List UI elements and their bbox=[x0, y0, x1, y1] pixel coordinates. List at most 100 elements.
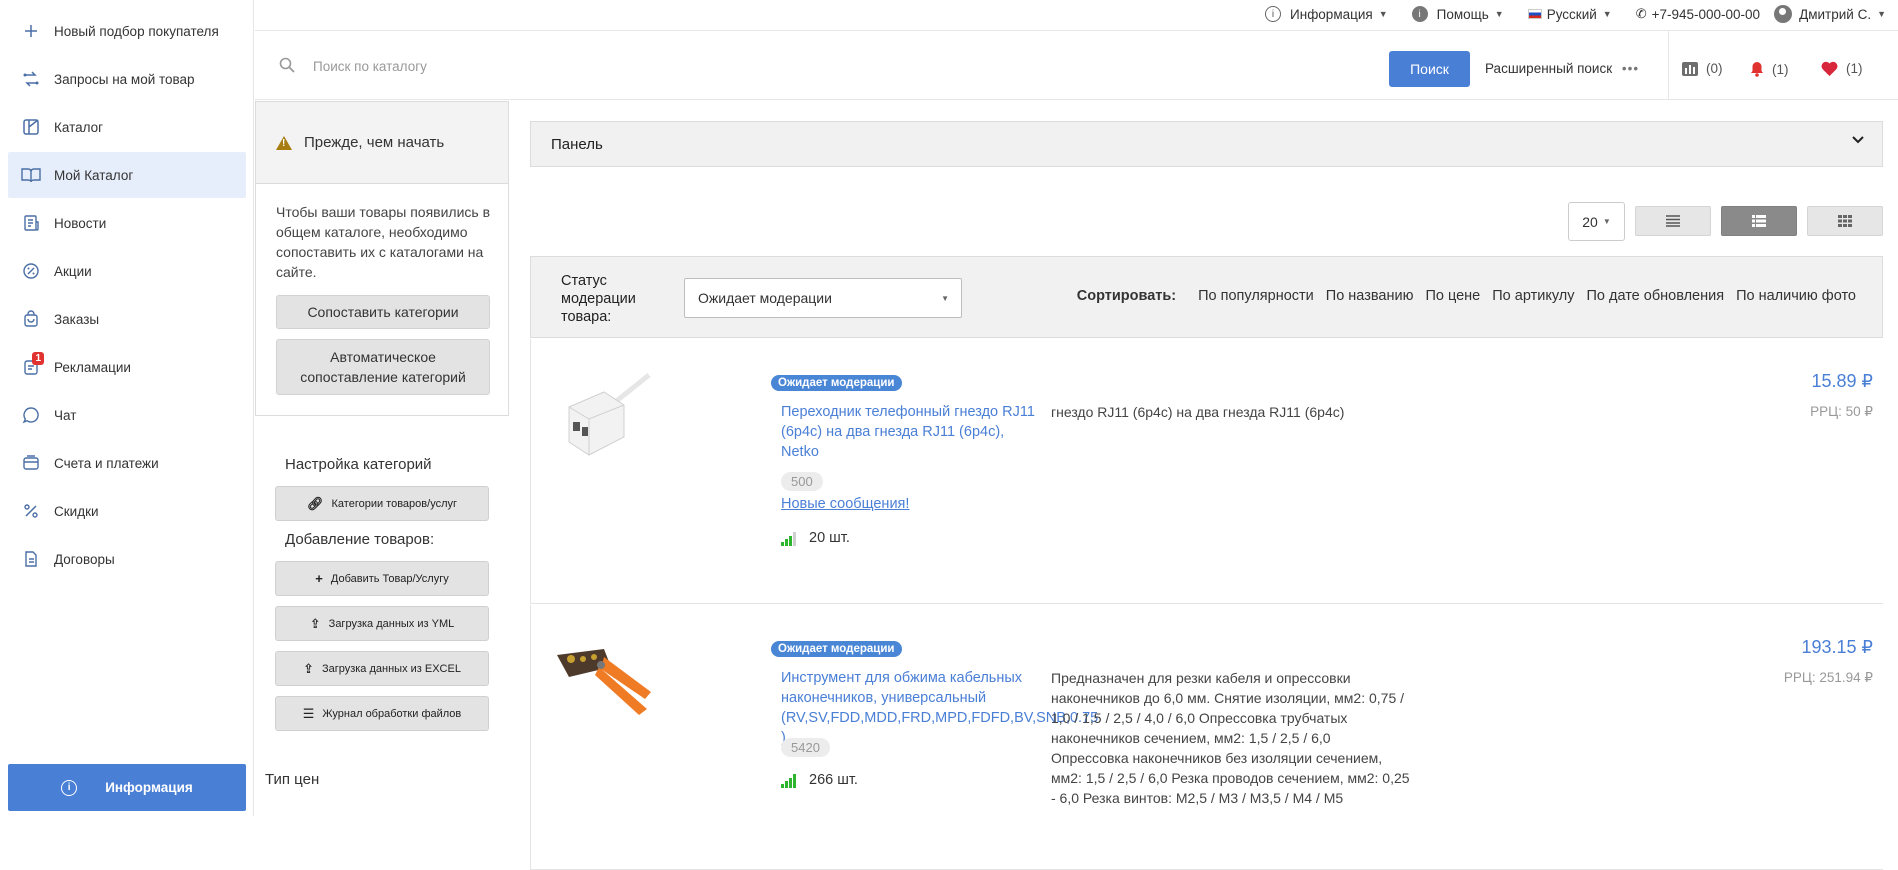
panel-accordion[interactable]: Панель bbox=[530, 121, 1883, 167]
new-messages-link[interactable]: Новые сообщения! bbox=[781, 496, 909, 512]
sidebar-item-my-catalog[interactable]: Мой Каталог bbox=[8, 152, 246, 198]
sort-by-price[interactable]: По цене bbox=[1425, 288, 1480, 304]
getting-started-box: Прежде, чем начать Чтобы ваши товары поя… bbox=[255, 101, 509, 416]
product-image[interactable] bbox=[549, 367, 659, 457]
product-row: Ожидает модерации Инструмент для обжима … bbox=[530, 605, 1883, 870]
phone[interactable]: ✆ +7-945-000-00-00 bbox=[1636, 6, 1760, 22]
categories-button[interactable]: 🔗︎ Категории товаров/услуг bbox=[275, 486, 489, 521]
search-input[interactable] bbox=[313, 53, 1113, 79]
add-product-button[interactable]: + Добавить Товар/Услугу bbox=[275, 561, 489, 596]
grid-view-icon bbox=[1838, 215, 1852, 227]
list-view-icon bbox=[1666, 215, 1680, 227]
sidebar-item-claims[interactable]: 1 Рекламации bbox=[8, 344, 246, 390]
sidebar-item-orders[interactable]: Заказы bbox=[8, 296, 246, 342]
phone-icon: ✆ bbox=[1635, 6, 1647, 21]
auto-match-categories-button[interactable]: Автоматическое сопоставление категорий bbox=[276, 339, 490, 395]
product-title-link[interactable]: Инструмент для обжима кабельных наконечн… bbox=[781, 668, 1098, 748]
bag-icon bbox=[8, 310, 54, 328]
product-price: 15.89 ₽ bbox=[1811, 371, 1874, 391]
help-menu[interactable]: i Помощь ▼ bbox=[1411, 6, 1504, 22]
sidebar-item-chat[interactable]: Чат bbox=[8, 392, 246, 438]
chevron-down-icon: ▼ bbox=[1494, 9, 1504, 19]
sort-by-name[interactable]: По названию bbox=[1326, 288, 1414, 304]
sidebar-item-new-selection[interactable]: Новый подбор покупателя bbox=[8, 8, 246, 54]
sidebar: Новый подбор покупателя Запросы на мой т… bbox=[0, 0, 254, 816]
info-button[interactable]: i Информация bbox=[8, 764, 246, 811]
advanced-search-label: Расширенный поиск bbox=[1485, 61, 1613, 76]
view-list-button[interactable] bbox=[1635, 206, 1711, 236]
notifications-count: (1) bbox=[1772, 61, 1789, 77]
search-button[interactable]: Поиск bbox=[1389, 51, 1470, 87]
advanced-search-link[interactable]: Расширенный поиск ••• bbox=[1485, 61, 1639, 76]
sidebar-item-label: Новости bbox=[54, 215, 107, 231]
sort-by-article[interactable]: По артикулу bbox=[1492, 288, 1574, 304]
moderation-badge: Ожидает модерации bbox=[771, 375, 902, 391]
sidebar-item-label: Заказы bbox=[54, 311, 100, 327]
user-name: Дмитрий С. bbox=[1799, 6, 1872, 22]
files-log-button[interactable]: ☰ Журнал обработки файлов bbox=[275, 696, 489, 731]
invoice-icon bbox=[8, 454, 54, 472]
upload-excel-button[interactable]: ⇪ Загрузка данных из EXCEL bbox=[275, 651, 489, 686]
sidebar-item-catalog[interactable]: Каталог bbox=[8, 104, 246, 150]
top-bar: i Информация ▼ i Помощь ▼ Русский ▼ ✆ +7… bbox=[255, 0, 1898, 28]
chat-icon bbox=[8, 406, 54, 424]
favorites-count: (1) bbox=[1846, 61, 1863, 76]
sidebar-item-label: Новый подбор покупателя bbox=[54, 23, 219, 39]
contract-icon bbox=[8, 550, 54, 568]
favorites-button[interactable]: (1) bbox=[1821, 61, 1863, 76]
info-menu[interactable]: i Информация ▼ bbox=[1265, 6, 1388, 22]
sidebar-item-label: Каталог bbox=[54, 119, 104, 135]
sidebar-item-contracts[interactable]: Договоры bbox=[8, 536, 246, 582]
swap-icon bbox=[8, 70, 54, 88]
upload-yml-button[interactable]: ⇪ Загрузка данных из YML bbox=[275, 606, 489, 641]
stock-indicator: 266 шт. bbox=[781, 772, 858, 788]
sidebar-item-discounts[interactable]: Скидки bbox=[8, 488, 246, 534]
price-type-label: Тип цен bbox=[265, 771, 320, 788]
bell-icon bbox=[1751, 62, 1763, 77]
sidebar-item-news[interactable]: Новости bbox=[8, 200, 246, 246]
moderation-status-label: Статус модерации товара: bbox=[561, 273, 636, 325]
stock-level-icon bbox=[781, 774, 797, 788]
product-image[interactable] bbox=[549, 637, 659, 727]
catalog-icon bbox=[8, 118, 54, 136]
view-grid-button[interactable] bbox=[1807, 206, 1883, 236]
percent-badge-icon bbox=[8, 262, 54, 280]
product-code-tag: 5420 bbox=[781, 738, 830, 757]
per-page-value: 20 bbox=[1582, 213, 1598, 230]
info-menu-label: Информация bbox=[1290, 6, 1373, 22]
sidebar-item-label: Счета и платежи bbox=[54, 455, 159, 471]
sort-by-photo[interactable]: По наличию фото bbox=[1736, 288, 1856, 304]
detailed-list-icon bbox=[1752, 215, 1766, 227]
chevron-down-icon: ▼ bbox=[1877, 9, 1886, 19]
product-row: Ожидает модерации Переходник телефонный … bbox=[530, 339, 1883, 604]
sort-by-update-date[interactable]: По дате обновления bbox=[1586, 288, 1724, 304]
warning-icon bbox=[276, 135, 292, 150]
sidebar-item-label: Договоры bbox=[54, 551, 115, 567]
more-dots-icon: ••• bbox=[1621, 61, 1640, 76]
language-menu[interactable]: Русский ▼ bbox=[1527, 6, 1612, 22]
notifications-button[interactable]: (1) bbox=[1750, 61, 1789, 77]
sidebar-item-promotions[interactable]: Акции bbox=[8, 248, 246, 294]
sidebar-item-label: Чат bbox=[54, 407, 77, 423]
user-menu[interactable]: Дмитрий С. ▼ bbox=[1774, 5, 1886, 23]
match-categories-button[interactable]: Сопоставить категории bbox=[276, 295, 490, 329]
upload-icon: ⇪ bbox=[309, 615, 321, 631]
compare-button[interactable]: (0) bbox=[1682, 61, 1723, 76]
sidebar-item-invoices[interactable]: Счета и платежи bbox=[8, 440, 246, 486]
sidebar-item-requests[interactable]: Запросы на мой товар bbox=[8, 56, 246, 102]
sort-by-popularity[interactable]: По популярности bbox=[1198, 288, 1314, 304]
info-button-label: Информация bbox=[105, 780, 193, 795]
chevron-down-icon: ▼ bbox=[1602, 217, 1611, 226]
language-label: Русский bbox=[1546, 6, 1597, 22]
product-title-link[interactable]: Переходник телефонный гнездо RJ11 (6р4с)… bbox=[781, 402, 1043, 462]
stock-quantity: 20 шт. bbox=[809, 530, 850, 546]
moderation-status-select[interactable]: Ожидает модерации ▼ bbox=[684, 278, 962, 318]
stock-indicator: 20 шт. bbox=[781, 530, 850, 546]
view-detailed-list-button[interactable] bbox=[1721, 206, 1797, 236]
sort-options: Сортировать: По популярности По названию… bbox=[1077, 288, 1856, 304]
help-menu-label: Помощь bbox=[1436, 6, 1489, 22]
compare-chart-icon bbox=[1682, 61, 1698, 76]
files-log-button-label: Журнал обработки файлов bbox=[322, 707, 462, 720]
getting-started-title: Прежде, чем начать bbox=[304, 134, 445, 151]
per-page-select[interactable]: 20 ▼ bbox=[1568, 202, 1625, 241]
